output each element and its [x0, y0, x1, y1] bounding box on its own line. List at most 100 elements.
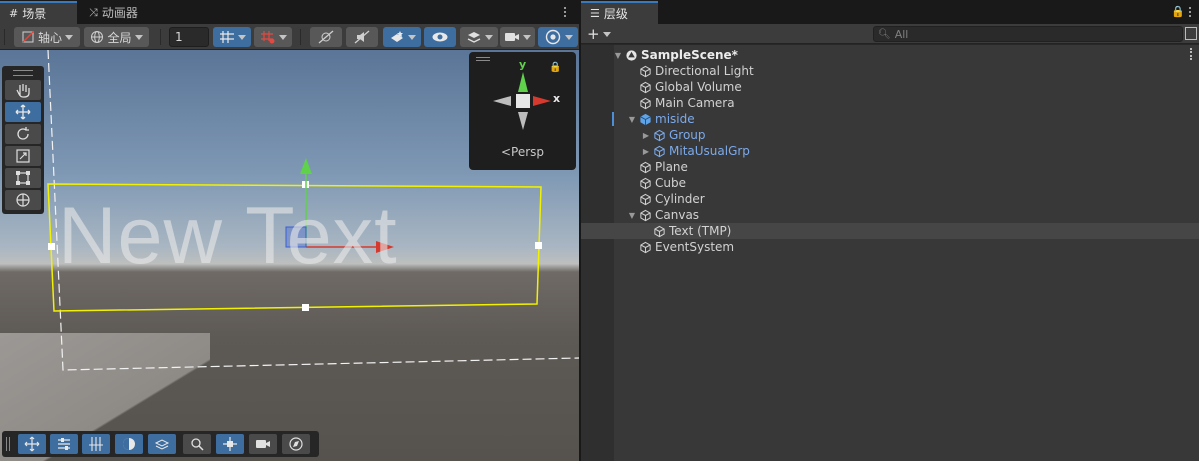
audio-off-icon [354, 30, 370, 44]
pivot-move-icon [223, 437, 237, 451]
scene-visibility-button[interactable] [424, 27, 456, 47]
projection-toggle[interactable]: <Persp [469, 145, 576, 159]
scene-row[interactable]: ▼ SampleScene* [581, 47, 1199, 63]
scene-menu-icon[interactable] [560, 4, 570, 20]
overlay-layers-button[interactable] [148, 434, 176, 454]
camera-dropdown[interactable] [500, 27, 535, 47]
search-input[interactable] [894, 27, 1175, 41]
tab-scene[interactable]: # 场景 [0, 1, 77, 24]
hierarchy-item[interactable]: ▼ Canvas [581, 207, 1199, 223]
prefab-cube-icon [640, 113, 651, 125]
prefab-cube-icon [654, 145, 665, 157]
overlay-move-button[interactable] [18, 434, 46, 454]
hierarchy-item[interactable]: Global Volume [581, 79, 1199, 95]
scale-tool-button[interactable] [5, 146, 41, 166]
overlay-pivot-button[interactable] [216, 434, 244, 454]
grid-icon: # [9, 7, 19, 20]
fold-expanded-icon[interactable]: ▼ [613, 50, 623, 60]
audio-toggle[interactable] [346, 27, 378, 47]
hierarchy-item[interactable]: ▼ miside [581, 111, 1199, 127]
lock-icon[interactable]: 🔒 [1171, 5, 1185, 18]
increment-snap-button[interactable] [254, 27, 292, 47]
axis-y-arrow[interactable] [300, 158, 312, 174]
layers-dropdown[interactable] [460, 27, 498, 47]
chevron-down-icon [407, 34, 416, 40]
hierarchy-item[interactable]: Cylinder [581, 191, 1199, 207]
transform-icon [16, 193, 30, 207]
fold-collapsed-icon[interactable]: ▶ [641, 130, 651, 140]
gizmos-dropdown[interactable] [538, 27, 578, 47]
overlay-camera-button[interactable] [249, 434, 277, 454]
create-button[interactable]: + [587, 25, 611, 43]
overlay-search-button[interactable] [183, 434, 211, 454]
hierarchy-item-label: Global Volume [655, 80, 742, 94]
gizmo-negy-cone[interactable] [518, 112, 528, 130]
overlay-shading-button[interactable] [115, 434, 143, 454]
effects-button[interactable] [383, 27, 421, 47]
gameobject-cube-icon [640, 193, 651, 205]
overlay-snap-button[interactable] [50, 434, 78, 454]
tab-animator[interactable]: ⤨ 动画器 [80, 1, 147, 24]
tab-scene-label: 场景 [22, 7, 47, 21]
hierarchy-item[interactable]: EventSystem [581, 239, 1199, 255]
rotate-icon [17, 127, 29, 140]
pivot-label: 轴心 [37, 30, 62, 45]
transform-tool-button[interactable] [5, 190, 41, 210]
hierarchy-search[interactable]: 🔍︎ [873, 26, 1183, 42]
fold-expanded-icon[interactable]: ▼ [627, 210, 637, 220]
fold-collapsed-icon[interactable]: ▶ [641, 146, 651, 156]
grid-snap-input[interactable]: 1 [169, 27, 209, 47]
hierarchy-item[interactable]: Main Camera [581, 95, 1199, 111]
scene-tabbar: # 场景 ⤨ 动画器 [0, 0, 579, 24]
hierarchy-item-label: Text (TMP) [669, 224, 732, 238]
tools-grip[interactable] [13, 70, 33, 76]
gizmo-y-cone[interactable] [518, 72, 528, 92]
hierarchy-item[interactable]: ▶ MitaUsualGrp [581, 143, 1199, 159]
gameobject-cube-icon [640, 177, 651, 189]
grid-visibility-button[interactable] [213, 27, 251, 47]
gizmos-icon [545, 29, 560, 45]
hierarchy-menu-icon[interactable] [1185, 4, 1195, 20]
unity-scene-icon [626, 49, 637, 61]
rect-handle-right[interactable] [535, 242, 542, 249]
rect-handle-left[interactable] [48, 243, 55, 250]
move-tool-button[interactable] [5, 102, 41, 122]
hand-tool-button[interactable] [5, 80, 41, 100]
grid-snap-value: 1 [175, 30, 183, 44]
rotate-tool-button[interactable] [5, 124, 41, 144]
tab-hierarchy[interactable]: ☰ 层级 [581, 1, 658, 24]
animator-icon: ⤨ [89, 5, 98, 19]
pivot-dropdown[interactable]: 轴心 [14, 27, 80, 47]
move-icon [24, 436, 40, 452]
lighting-toggle[interactable] [310, 27, 342, 47]
gizmo-negx-cone[interactable] [493, 96, 511, 106]
tools-overlay [2, 66, 44, 214]
scale-icon [16, 149, 30, 163]
eye-icon [432, 32, 448, 42]
sliders-icon [58, 438, 70, 450]
gizmo-center-cube[interactable] [516, 94, 530, 108]
hierarchy-tabbar: ☰ 层级 🔒 [581, 0, 1199, 24]
hierarchy-item-label: Cube [655, 176, 686, 190]
hierarchy-item[interactable]: Cube [581, 175, 1199, 191]
hierarchy-item[interactable]: Text (TMP) [581, 223, 1199, 239]
rect-tool-button[interactable] [5, 168, 41, 188]
rect-handle-bottom[interactable] [302, 304, 309, 311]
global-dropdown[interactable]: 全局 [84, 27, 149, 47]
hierarchy-item[interactable]: ▶ Group [581, 127, 1199, 143]
hierarchy-item[interactable]: Directional Light [581, 63, 1199, 79]
overlay-grip[interactable] [6, 437, 10, 451]
overlay-navigate-button[interactable] [282, 434, 310, 454]
search-popout-icon[interactable] [1185, 27, 1197, 40]
chevron-down-icon [65, 34, 73, 40]
scene-viewport[interactable]: New Text 🔒 y x <Persp [0, 50, 579, 461]
gizmo-x-cone[interactable] [533, 96, 551, 106]
hierarchy-item[interactable]: Plane [581, 159, 1199, 175]
fold-expanded-icon[interactable]: ▼ [627, 114, 637, 124]
overlay-grid-button[interactable] [82, 434, 110, 454]
hierarchy-rows: ▼ SampleScene* Directional Light Global Vol… [581, 45, 1199, 461]
